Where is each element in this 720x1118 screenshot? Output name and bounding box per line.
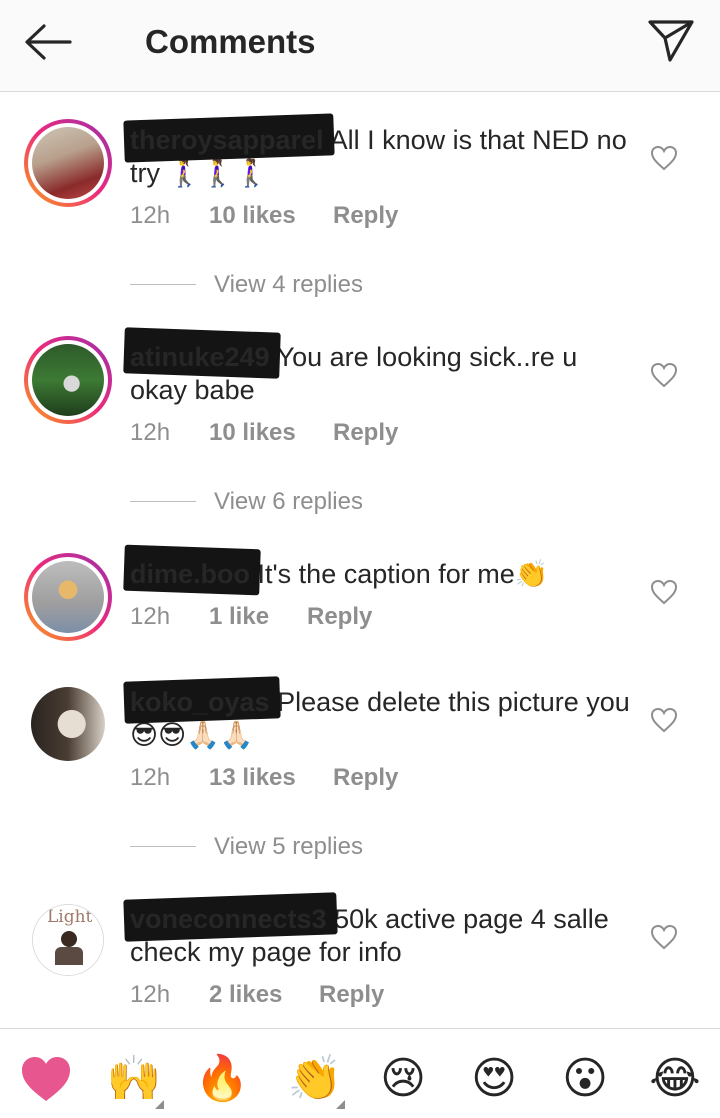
like-heart-icon[interactable] [650,579,678,605]
like-heart-icon[interactable] [650,707,678,733]
avatar-dime-boo[interactable] [24,553,112,641]
comment-time: 12h [130,202,171,229]
surprised-face-emoji-icon[interactable]: 😮 [555,1049,615,1109]
raising-hands-emoji-icon[interactable]: 🙌 [104,1049,164,1109]
reply-button[interactable]: Reply [319,980,384,1010]
avatar-theroysapparel[interactable] [24,119,112,207]
reply-button[interactable]: Reply [333,201,398,231]
reply-button[interactable]: Reply [333,418,398,448]
comment-likes[interactable]: 1 like [209,602,269,632]
reply-button[interactable]: Reply [307,602,372,632]
emoji-char: 🔥 [194,1053,250,1104]
avatar-person-body [55,947,83,965]
comment-time: 12h [130,603,171,630]
view-replies-label: View 6 replies [214,488,363,515]
like-heart-icon[interactable] [650,145,678,171]
comment-username[interactable]: koko_oyas [123,676,281,724]
comment-time: 12h [130,764,171,791]
avatar-light-label: Light [47,907,93,927]
comment-username[interactable]: atinuke249 [123,327,281,379]
avatar-koko-oyas[interactable] [30,686,106,762]
heart-eyes-emoji-icon[interactable]: 😍 [464,1049,524,1109]
avatar-atinuke249[interactable] [24,336,112,424]
comment-likes[interactable]: 10 likes [209,418,296,448]
comment-message: It's the caption for me👏 [257,559,549,589]
like-heart-icon[interactable] [650,362,678,388]
comment-username[interactable]: theroysapparel [123,113,335,163]
emoji-reaction-bar: ❤ 🙌 🔥 👏 😢 😍 😮 😂 [0,1028,720,1118]
comment-text: koko_oyas Please delete this picture you… [123,676,640,752]
comment-likes[interactable]: 13 likes [209,763,296,793]
comment-text: atinuke249 You are looking sick..re u ok… [123,327,640,407]
comment-text: theroysapparel All I know is that NED no… [123,113,640,190]
comment-text: dime.boo It's the caption for me👏 [123,544,640,596]
comment-likes[interactable]: 2 likes [209,980,282,1010]
crying-face-emoji-icon[interactable]: 😢 [373,1049,433,1109]
comment-username[interactable]: dime.boo [123,544,261,596]
replies-divider [130,846,196,847]
emoji-char: 😍 [471,1053,517,1104]
back-arrow-icon[interactable] [22,22,74,62]
emoji-char: 👏 [287,1053,343,1104]
laughing-face-emoji-icon[interactable]: 😂 [645,1049,705,1109]
emoji-char: 🙌 [106,1053,162,1104]
avatar-person-figure [61,931,77,947]
clapping-hands-emoji-icon[interactable]: 👏 [285,1049,345,1109]
emoji-char: 😢 [380,1053,426,1104]
fire-emoji-icon[interactable]: 🔥 [192,1049,252,1109]
view-replies-label: View 4 replies [214,271,363,298]
direct-message-send-icon[interactable] [646,18,696,64]
comment-time: 12h [130,419,171,446]
emoji-char: 😮 [562,1053,608,1104]
top-bar: Comments [0,0,720,92]
emoji-char: 😂 [649,1053,701,1104]
page-title: Comments [145,23,316,60]
view-replies-label: View 5 replies [214,833,363,860]
comment-time: 12h [130,981,171,1008]
comment-likes[interactable]: 10 likes [209,201,296,231]
comment-username[interactable]: voneconnects3 [123,892,338,942]
replies-divider [130,284,196,285]
comment-text: voneconnects3 50k active page 4 salle ch… [123,892,640,969]
like-heart-icon[interactable] [650,924,678,950]
avatar-voneconnects3[interactable]: Light [32,904,104,976]
reply-button[interactable]: Reply [333,763,398,793]
red-heart-emoji-icon[interactable]: ❤ [16,1049,76,1109]
replies-divider [130,501,196,502]
